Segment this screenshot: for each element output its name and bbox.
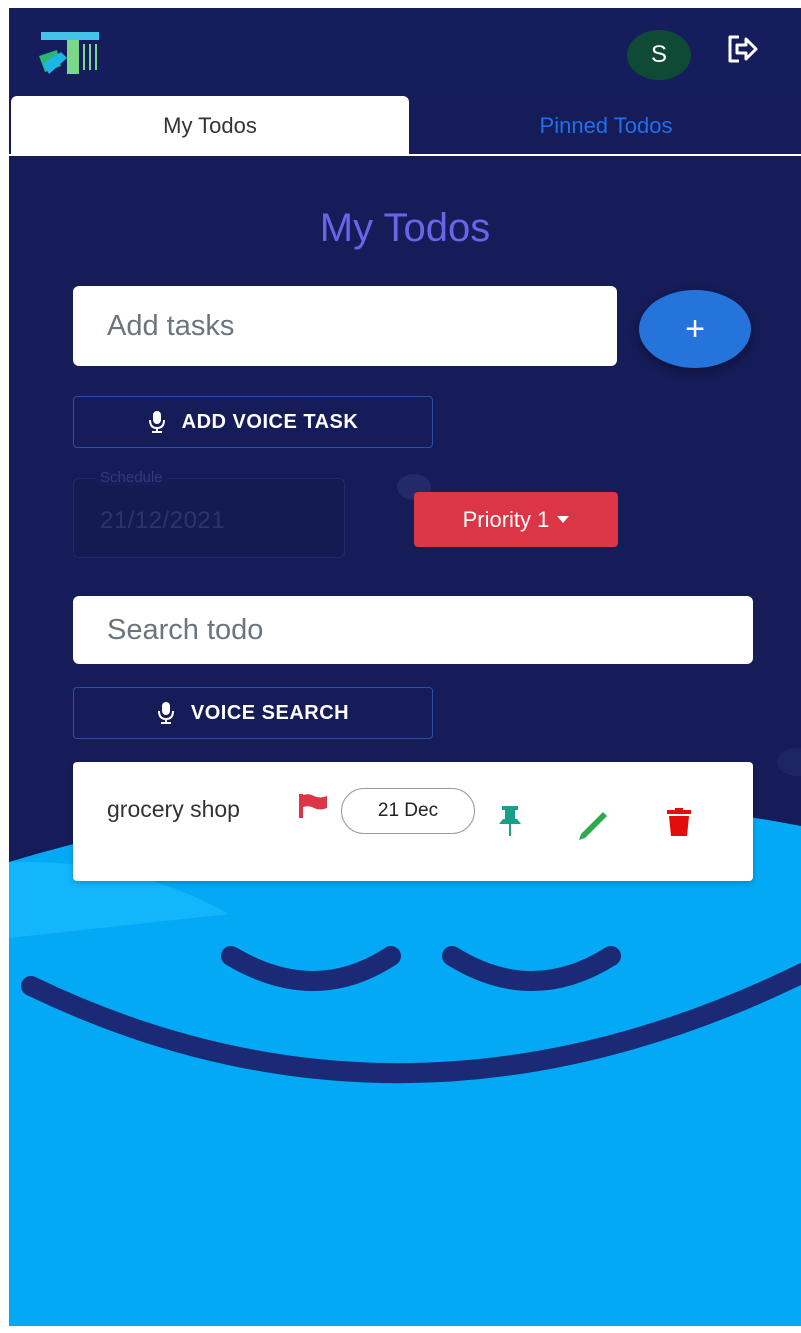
trash-icon[interactable] [667,808,691,836]
add-voice-task-label: ADD VOICE TASK [181,410,359,433]
todo-item[interactable]: grocery shop 21 Dec [73,762,753,881]
page-title: My Todos [319,206,491,250]
add-voice-task-button[interactable]: ADD VOICE TASK [73,396,433,448]
pencil-icon[interactable] [577,808,611,840]
microphone-icon [148,411,165,433]
schedule-label: Schedule [96,469,167,486]
search-todo-input[interactable] [73,596,753,664]
tab-pinned-todos[interactable]: Pinned Todos [411,96,801,156]
pin-icon[interactable] [499,806,521,836]
due-date-chip: 21 Dec [341,788,475,834]
app-logo[interactable] [39,30,101,78]
app-header: S [9,8,801,96]
priority-dropdown[interactable]: Priority 1 [414,492,618,547]
app-container: S My Todos Pinned Todos My Todos + ADD V… [9,8,801,1326]
tab-bar: My Todos Pinned Todos [9,96,801,156]
add-task-button[interactable]: + [639,290,751,368]
tab-my-todos[interactable]: My Todos [11,96,409,156]
caret-down-icon [557,516,570,523]
add-task-input[interactable] [73,286,617,366]
logout-icon[interactable] [725,32,759,66]
flag-icon[interactable] [299,794,327,818]
schedule-date-field[interactable]: Schedule 21/12/2021 [73,469,345,558]
todo-text: grocery shop [107,796,240,822]
schedule-value: 21/12/2021 [100,507,226,534]
priority-label: Priority 1 [462,506,550,532]
user-avatar[interactable]: S [627,30,691,80]
